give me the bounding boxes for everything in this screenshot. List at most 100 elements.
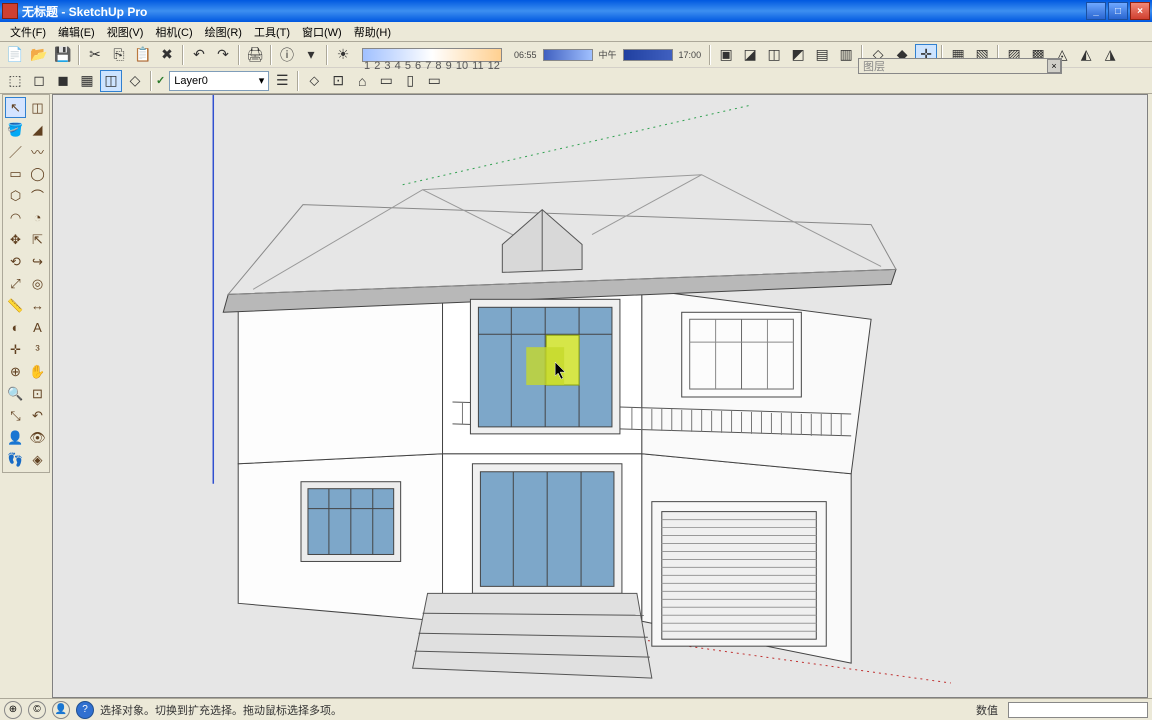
undo-button[interactable]: ↶ <box>188 44 210 66</box>
redo-button[interactable]: ↷ <box>212 44 234 66</box>
back-view-button[interactable]: ▯ <box>399 70 421 92</box>
3dtext-tool[interactable]: ³ <box>27 339 48 360</box>
paste-button[interactable]: 📋 <box>132 44 154 66</box>
left-view-button[interactable]: ▭ <box>423 70 445 92</box>
offset-tool[interactable]: ◎ <box>27 273 48 294</box>
zoom-window-tool[interactable]: ⊡ <box>27 383 48 404</box>
zoom-tool[interactable]: 🔍 <box>5 383 26 404</box>
tape-tool[interactable]: 📏 <box>5 295 26 316</box>
arc-tool[interactable]: ⌒ <box>27 185 48 206</box>
union-button[interactable]: ◫ <box>763 44 785 66</box>
model-viewport[interactable] <box>52 94 1148 698</box>
iso-view-button[interactable]: ⬦ <box>303 70 325 92</box>
menu-camera[interactable]: 相机(C) <box>149 22 198 42</box>
maximize-button[interactable]: □ <box>1108 2 1128 20</box>
wireframe-button[interactable]: ⬚ <box>4 70 26 92</box>
top-view-button[interactable]: ⊡ <box>327 70 349 92</box>
sandbox-7[interactable]: ◮ <box>1099 44 1121 66</box>
layer-visibility-check[interactable]: ✓ <box>156 74 165 87</box>
help-icon[interactable]: ? <box>76 701 94 719</box>
zoom-extents-tool[interactable]: ⤡ <box>5 405 26 426</box>
delete-button[interactable]: ✖ <box>156 44 178 66</box>
model-info-button[interactable]: ⓘ <box>276 44 298 66</box>
eraser-tool[interactable]: ◢ <box>27 119 48 140</box>
component-tool[interactable]: ◫ <box>27 97 48 118</box>
arc2-tool[interactable]: ◠ <box>5 207 26 228</box>
dimension-tool[interactable]: ↔ <box>27 295 48 316</box>
shadow-time-slider[interactable] <box>543 49 593 61</box>
menu-bar: 文件(F) 编辑(E) 视图(V) 相机(C) 绘图(R) 工具(T) 窗口(W… <box>0 22 1152 42</box>
rectangle-tool[interactable]: ▭ <box>5 163 26 184</box>
print-button[interactable]: 🖨 <box>244 44 266 66</box>
save-button[interactable]: 💾 <box>52 44 74 66</box>
minimize-button[interactable]: _ <box>1086 2 1106 20</box>
geo-icon[interactable]: ⊕ <box>4 701 22 719</box>
measurement-input[interactable] <box>1008 702 1148 718</box>
previous-tool[interactable]: ↶ <box>27 405 48 426</box>
layer-combobox[interactable]: Layer0 ▾ <box>169 71 269 91</box>
cut-button[interactable]: ✂ <box>84 44 106 66</box>
shaded-button[interactable]: ◼ <box>52 70 74 92</box>
signin-icon[interactable]: 👤 <box>52 701 70 719</box>
shadow-date-slider[interactable]: 123456789101112 <box>362 48 502 62</box>
window-title: 无标题 - SketchUp Pro <box>22 3 1086 20</box>
intersect-button[interactable]: ◪ <box>739 44 761 66</box>
split-button[interactable]: ▥ <box>835 44 857 66</box>
shadow-time-slider-2[interactable] <box>623 49 673 61</box>
walk-tool[interactable]: 👣 <box>5 449 26 470</box>
menu-window[interactable]: 窗口(W) <box>296 22 348 42</box>
menu-file[interactable]: 文件(F) <box>4 22 52 42</box>
outer-shell-button[interactable]: ▣ <box>715 44 737 66</box>
dropdown-button[interactable]: ▾ <box>300 44 322 66</box>
trim-button[interactable]: ▤ <box>811 44 833 66</box>
scale-tool[interactable]: ⤢ <box>5 273 26 294</box>
move-tool[interactable]: ✥ <box>5 229 26 250</box>
layers-panel-close[interactable]: × <box>1047 59 1061 73</box>
pushpull-tool[interactable]: ⇱ <box>27 229 48 250</box>
app-icon <box>2 3 18 19</box>
circle-tool[interactable]: ◯ <box>27 163 48 184</box>
shadow-toggle-button[interactable]: ☀ <box>332 44 354 66</box>
close-button[interactable]: × <box>1130 2 1150 20</box>
hidden-line-button[interactable]: ◻ <box>28 70 50 92</box>
right-view-button[interactable]: ▭ <box>375 70 397 92</box>
window-upper-right <box>682 312 802 397</box>
layer-manager-button[interactable]: ☰ <box>271 70 293 92</box>
menu-draw[interactable]: 绘图(R) <box>199 22 248 42</box>
subtract-button[interactable]: ◩ <box>787 44 809 66</box>
line-tool[interactable]: ／ <box>5 141 26 162</box>
menu-help[interactable]: 帮助(H) <box>348 22 397 42</box>
freehand-tool[interactable]: 〰 <box>27 141 48 162</box>
garage-door <box>652 502 826 647</box>
time-mid-label: 中午 <box>595 48 621 61</box>
door-center-ground <box>472 464 622 594</box>
menu-view[interactable]: 视图(V) <box>101 22 150 42</box>
xray-style-button[interactable]: ◇ <box>124 70 146 92</box>
open-button[interactable]: 📂 <box>28 44 50 66</box>
text-tool[interactable]: A <box>27 317 48 338</box>
layers-panel[interactable]: 图层 × <box>858 58 1062 74</box>
polygon-tool[interactable]: ⬡ <box>5 185 26 206</box>
orbit-tool[interactable]: ⊕ <box>5 361 26 382</box>
paint-tool[interactable]: 🪣 <box>5 119 26 140</box>
select-tool[interactable]: ↖ <box>5 97 26 118</box>
position-camera-tool[interactable]: 👤 <box>5 427 26 448</box>
copy-button[interactable]: ⎘ <box>108 44 130 66</box>
front-view-button[interactable]: ⌂ <box>351 70 373 92</box>
rotate-tool[interactable]: ⟲ <box>5 251 26 272</box>
new-button[interactable]: 📄 <box>4 44 26 66</box>
pie-tool[interactable]: ◔ <box>27 207 48 228</box>
look-around-tool[interactable]: 👁 <box>27 427 48 448</box>
pan-tool[interactable]: ✋ <box>27 361 48 382</box>
shaded-tex-button[interactable]: ▦ <box>76 70 98 92</box>
menu-tools[interactable]: 工具(T) <box>248 22 296 42</box>
menu-edit[interactable]: 编辑(E) <box>52 22 101 42</box>
sandbox-6[interactable]: ◭ <box>1075 44 1097 66</box>
axes-tool[interactable]: ✛ <box>5 339 26 360</box>
credits-icon[interactable]: © <box>28 701 46 719</box>
title-bar: 无标题 - SketchUp Pro _ □ × <box>0 0 1152 22</box>
section-tool[interactable]: ◈ <box>27 449 48 470</box>
mono-button[interactable]: ◫ <box>100 70 122 92</box>
followme-tool[interactable]: ↪ <box>27 251 48 272</box>
protractor-tool[interactable]: ◐ <box>5 317 26 338</box>
